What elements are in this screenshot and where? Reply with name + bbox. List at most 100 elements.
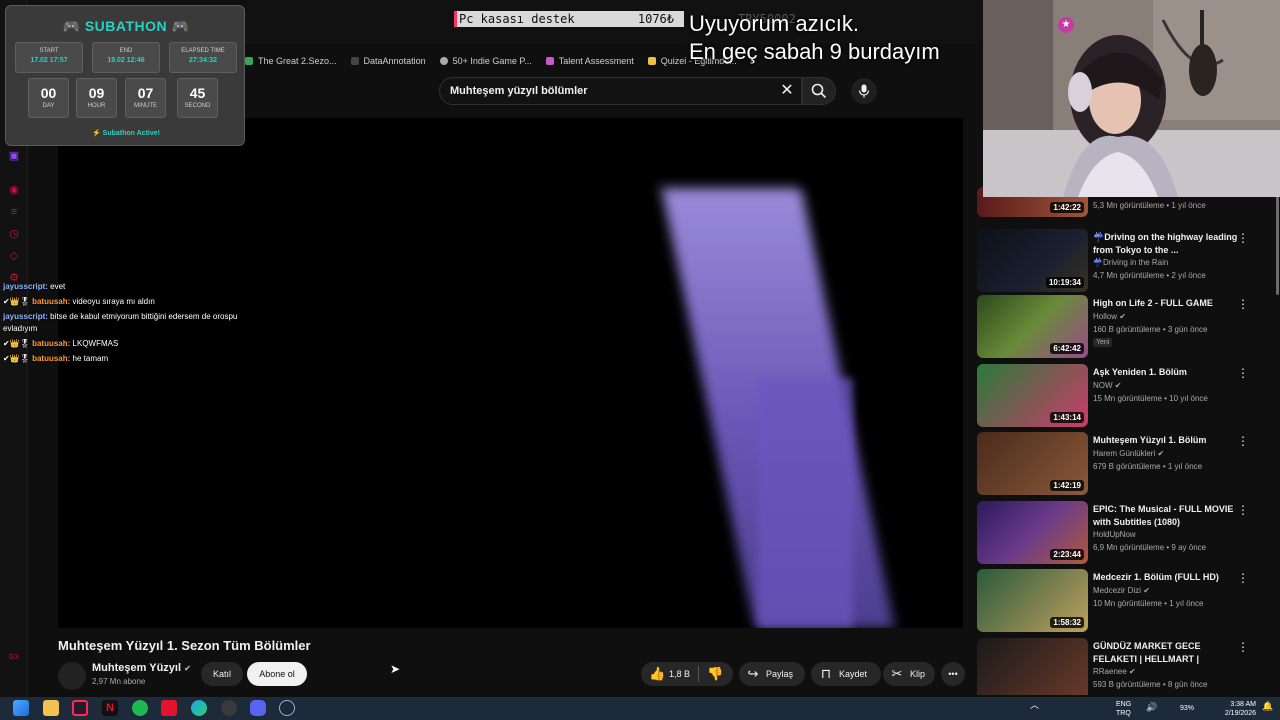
more-vert-icon[interactable]: ⋮ [1237,366,1249,380]
search-query: Muhteşem yüzyıl bölümler [450,85,588,97]
start-box: START 17.02 17:57 [15,42,83,73]
channel-name[interactable]: Harem Günlükleri ✔ [1093,449,1164,458]
channel-name[interactable]: Muhteşem Yüzyıl ✔ [92,662,191,674]
thumbs-up-icon[interactable]: 👍 [649,667,665,681]
recommended-item[interactable]: 2:23:44 EPIC: The Musical - FULL MOVIE w… [975,501,1275,565]
clock-date: 2/19/2026 [1224,710,1256,717]
like-count[interactable]: 1,8 B [669,669,690,679]
search-icon [811,83,827,99]
battery-indicator[interactable]: 93% [1180,704,1194,720]
video-title[interactable]: GÜNDÜZ MARKET GECE FELAKETI | HELLMART | [1093,640,1243,666]
more-vert-icon[interactable]: ⋮ [1237,503,1249,517]
bookmark-item[interactable]: 50+ Indie Game P... [439,56,532,66]
chat-user: batuusah: [32,297,71,306]
recommended-item[interactable]: 1:58:32 Medcezir 1. Bölüm (FULL HD) Medc… [975,569,1275,633]
counter-number: 00 [40,85,57,101]
video-thumbnail[interactable]: 1:42:19 [977,432,1088,495]
video-title[interactable]: Aşk Yeniden 1. Bölüm [1093,366,1243,379]
counter-unit: DAY [42,103,55,109]
obs-icon[interactable] [221,700,237,716]
clock[interactable]: 3:38 AM 2/19/2026 [1218,700,1256,720]
share-button[interactable]: ↪ Paylaş [739,662,805,686]
channel-name[interactable]: HoldUpNow [1093,530,1136,539]
video-thumbnail[interactable]: 2:23:44 [977,501,1088,564]
notification-icon[interactable]: 🔔 [1262,702,1273,720]
edge-icon[interactable] [191,700,207,716]
file-explorer-icon[interactable] [43,700,59,716]
channel-avatar[interactable] [58,662,86,690]
list-icon[interactable]: ≡ [7,206,21,218]
video-frame-content [758,378,853,628]
subathon-title-text: SUBATHON [84,18,168,34]
channel-name[interactable]: RRaenee ✔ [1093,667,1136,676]
more-vert-icon[interactable]: ⋮ [1237,297,1249,311]
netflix-icon[interactable]: N [102,700,118,716]
video-title[interactable]: EPIC: The Musical - FULL MOVIE with Subt… [1093,503,1243,529]
video-app-icon[interactable] [161,700,177,716]
recommended-list: 1:42:22 5,3 Mn görüntüleme • 1 yıl önce … [975,187,1275,695]
close-icon[interactable]: ✕ [779,83,795,99]
video-title[interactable]: High on Life 2 - FULL GAME [1093,297,1243,310]
bookmark-item[interactable]: Talent Assessment [545,56,634,66]
record-icon[interactable]: ◉ [7,184,21,196]
search-input[interactable]: Muhteşem yüzyıl bölümler [439,77,802,105]
recommended-item[interactable]: GÜNDÜZ MARKET GECE FELAKETI | HELLMART |… [975,638,1275,695]
chat-message: ✔👑🎖 batuusah: videoyu sıraya mı aldın [3,296,243,308]
volume-icon[interactable]: 🔊 [1146,703,1157,720]
channel-name[interactable]: NOW ✔ [1093,381,1122,390]
more-vert-icon[interactable]: ⋮ [1237,231,1249,245]
recommended-item[interactable]: 1:43:14 Aşk Yeniden 1. Bölüm NOW ✔ 15 Mn… [975,364,1275,428]
video-player[interactable] [58,118,963,628]
join-button[interactable]: Katıl [201,662,243,686]
divider [698,666,700,682]
extension-icon[interactable]: ◇ [7,250,21,262]
more-vert-icon[interactable]: ⋮ [1237,571,1249,585]
video-meta: 593 B görüntüleme • 8 gün önce [1093,680,1208,689]
recommended-item[interactable]: 6:42:42 High on Life 2 - FULL GAME Hollo… [975,295,1275,359]
clip-button[interactable]: ✂ Klip [883,662,935,686]
subscribe-button[interactable]: Abone ol [247,662,307,686]
twitch-icon[interactable]: ▣ [7,150,21,162]
opera-gx-icon[interactable] [72,700,88,716]
chat-message: ✔👑🎖 batuusah: LKQWFMAS [3,338,243,350]
microphone-icon [858,84,870,98]
history-icon[interactable]: ◷ [7,228,21,240]
discord-icon[interactable] [250,700,266,716]
more-actions-button[interactable]: ••• [941,662,965,686]
bookmark-label: The Great 2.Sezo... [258,56,337,66]
duration-badge: 1:43:14 [1050,412,1084,423]
video-title[interactable]: Muhteşem Yüzyıl 1. Bölüm [1093,434,1243,447]
recommended-scrollbar[interactable] [1276,195,1279,295]
video-thumbnail[interactable] [977,638,1088,695]
recommended-item[interactable]: 10:19:34 ☔Driving on the highway leading… [975,229,1275,293]
video-title[interactable]: Medcezir 1. Bölüm (FULL HD) [1093,571,1243,584]
search-button[interactable] [802,77,836,105]
webcam-image [983,0,1280,197]
elapsed-box: ELAPSED TIME 27:34:32 [169,42,237,73]
channel-name[interactable]: Medcezir Dizi ✔ [1093,586,1150,595]
video-thumbnail[interactable]: 10:19:34 [977,229,1088,292]
recommended-item[interactable]: 1:42:19 Muhteşem Yüzyıl 1. Bölüm Harem G… [975,432,1275,496]
start-value: 17.02 17:57 [30,57,68,64]
voice-search-button[interactable] [851,78,877,104]
steam-icon[interactable] [279,700,295,716]
video-thumbnail[interactable]: 1:58:32 [977,569,1088,632]
gx-icon[interactable]: GX [7,652,21,664]
channel-name[interactable]: Hollow ✔ [1093,312,1126,321]
counter-minute: 07 MINUTE [125,78,166,118]
bookmark-item[interactable]: DataAnnotation [350,56,426,66]
more-vert-icon[interactable]: ⋮ [1237,434,1249,448]
video-thumbnail[interactable]: 6:42:42 [977,295,1088,358]
thumbs-down-icon[interactable]: 👎 [707,667,723,681]
save-button[interactable]: ⊓ Kaydet [811,662,881,686]
language-indicator[interactable]: ENG TRQ [1116,700,1131,720]
video-title[interactable]: ☔Driving on the highway leading from Tok… [1093,231,1243,257]
more-vert-icon[interactable]: ⋮ [1237,640,1249,654]
spotify-icon[interactable] [132,700,148,716]
chat-message: jayusscript: evet [3,281,243,293]
bookmark-item[interactable]: The Great 2.Sezo... [245,56,337,66]
channel-name[interactable]: ☔Driving in the Rain [1093,258,1168,267]
video-thumbnail[interactable]: 1:43:14 [977,364,1088,427]
tray-chevron-icon[interactable]: ︿ [1030,701,1039,720]
windows-start-icon[interactable] [13,700,29,716]
